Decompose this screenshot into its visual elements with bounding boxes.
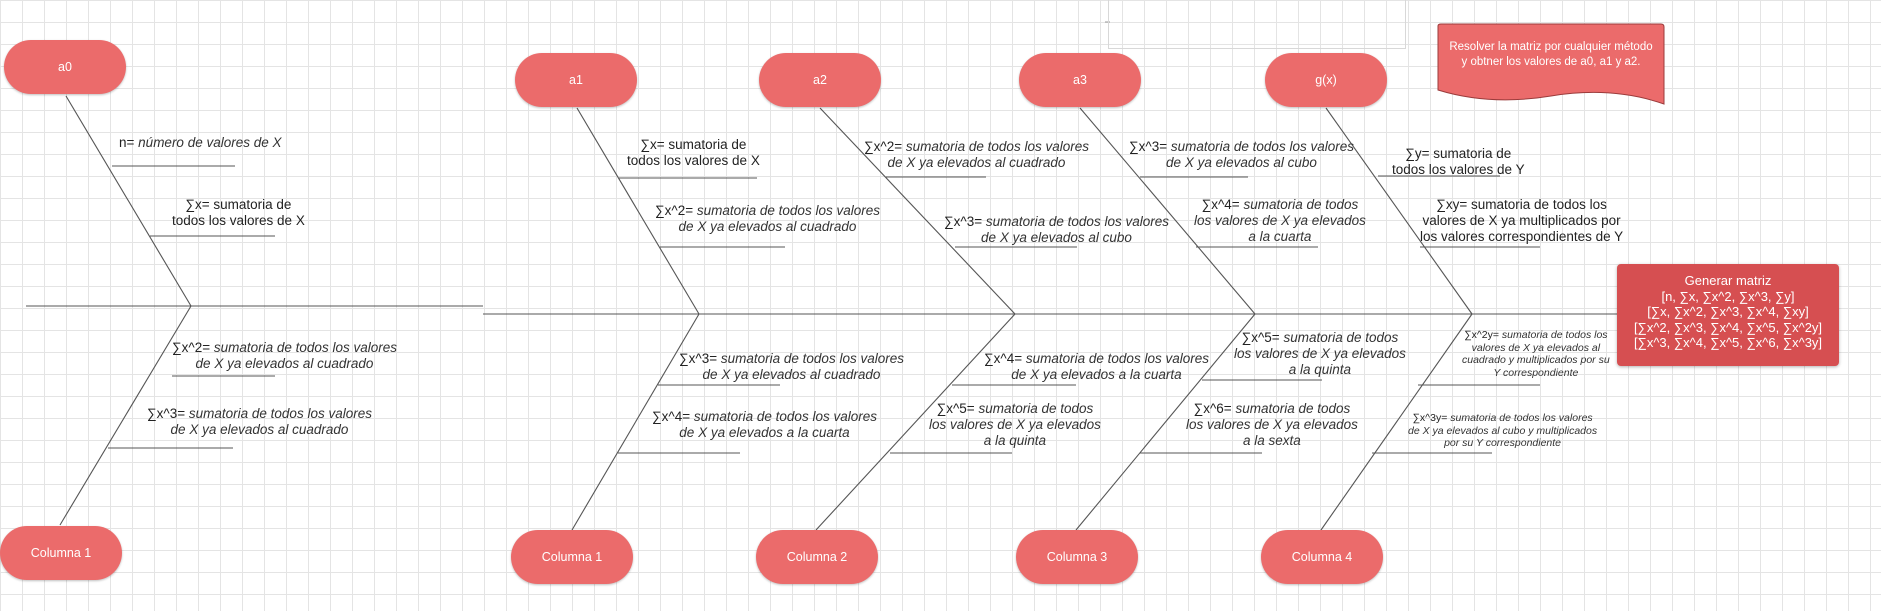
- note-line-1: Resolver la matriz por cualquier método: [1449, 41, 1653, 53]
- node-a1[interactable]: a1: [515, 53, 637, 107]
- node-columna-1-left[interactable]: Columna 1: [0, 526, 122, 580]
- label-sum-x2-a2: ∑x^2= sumatoria de todos los valores de …: [864, 139, 1089, 170]
- label-sum-x6-a3: ∑x^6= sumatoria de todos los valores de …: [1186, 401, 1358, 448]
- node-gx[interactable]: g(x): [1265, 53, 1387, 107]
- matrix-title: Generar matriz: [1684, 273, 1772, 288]
- node-a3[interactable]: a3: [1019, 53, 1141, 107]
- label-sum-x3-a3: ∑x^3= sumatoria de todos los valores de …: [1129, 139, 1354, 170]
- label-sum-y: ∑y= sumatoria de todos los valores de Y: [1392, 146, 1525, 177]
- matrix-row-2: [∑x, ∑x^2, ∑x^3, ∑x^4, ∑xy]: [1647, 304, 1809, 319]
- label-sum-x5-a2: ∑x^5= sumatoria de todos los valores de …: [929, 401, 1101, 448]
- label-sum-x3-a2: ∑x^3= sumatoria de todos los valores de …: [944, 214, 1169, 245]
- matrix-row-1: [n, ∑x, ∑x^2, ∑x^3, ∑y]: [1661, 288, 1795, 304]
- label-sum-x2y: ∑x^2y= sumatoria de todos los valores de…: [1462, 329, 1610, 379]
- matrix-row-4: [∑x^3, ∑x^4, ∑x^5, ∑x^6, ∑x^3y]: [1633, 335, 1823, 350]
- label-sum-x2-a0: ∑x^2= sumatoria de todos los valores de …: [172, 340, 397, 371]
- label-sum-x3-a0: ∑x^3= sumatoria de todos los valores de …: [147, 406, 372, 437]
- node-columna-1[interactable]: Columna 1: [511, 530, 633, 584]
- label-sum-x-a1: ∑x= sumatoria de todos los valores de X: [627, 137, 760, 168]
- matrix-row-3: [∑x^2, ∑x^3, ∑x^4, ∑x^5, ∑x^2y]: [1633, 319, 1823, 335]
- label-n: n= número de valores de X: [119, 135, 282, 150]
- background-frame: [1108, 0, 1406, 49]
- label-sum-xy: ∑xy= sumatoria de todos los valores de X…: [1420, 197, 1624, 244]
- label-sum-x5-a3: ∑x^5= sumatoria de todos los valores de …: [1234, 330, 1406, 377]
- node-columna-4[interactable]: Columna 4: [1261, 530, 1383, 584]
- label-sum-x2-a1: ∑x^2= sumatoria de todos los valores de …: [655, 203, 880, 234]
- node-a0[interactable]: a0: [4, 40, 126, 94]
- label-sum-x3y: ∑x^3y= sumatoria de todos los valores de…: [1408, 412, 1598, 449]
- node-columna-2[interactable]: Columna 2: [756, 530, 878, 584]
- generate-matrix-box[interactable]: Generar matriz [n, ∑x, ∑x^2, ∑x^3, ∑y] […: [1617, 264, 1839, 366]
- label-sum-x4-a2: ∑x^4= sumatoria de todos los valores de …: [984, 351, 1209, 382]
- instruction-note[interactable]: Resolver la matriz por cualquier método …: [1438, 24, 1664, 104]
- note-line-2: y obtner los valores de a0, a1 y a2.: [1461, 56, 1641, 68]
- label-sum-x-a0: ∑x= sumatoria de todos los valores de X: [172, 197, 305, 228]
- label-sum-x4-a1: ∑x^4= sumatoria de todos los valores de …: [652, 409, 877, 440]
- label-sum-x3-a1: ∑x^3= sumatoria de todos los valores de …: [679, 351, 904, 382]
- node-columna-3[interactable]: Columna 3: [1016, 530, 1138, 584]
- label-sum-x4-a3: ∑x^4= sumatoria de todos los valores de …: [1194, 197, 1366, 244]
- node-a2[interactable]: a2: [759, 53, 881, 107]
